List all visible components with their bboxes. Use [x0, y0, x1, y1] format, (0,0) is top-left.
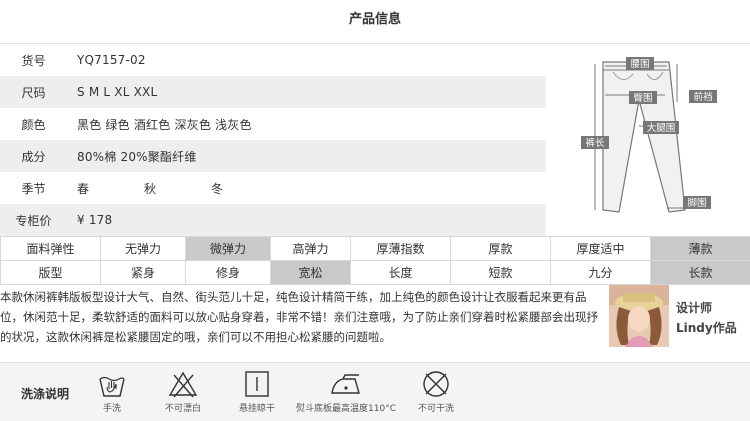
info-row-material: 成分 80%棉 20%聚酯纤维 — [0, 140, 546, 172]
season-values: 春秋冬 — [67, 180, 278, 197]
designer-title: 设计师 — [676, 301, 713, 315]
elasticity-option-none: 无弹力 — [100, 236, 186, 261]
hand-wash-label: 手洗 — [102, 404, 121, 414]
thickness-option-thick: 厚款 — [450, 236, 551, 261]
attribute-row-1: 面料弹性 无弹力 微弹力 高弹力 厚薄指数 厚款 厚度适中 薄款 — [0, 236, 750, 261]
fit-label: 版型 — [0, 260, 101, 285]
waist-label: 腰围 — [630, 59, 649, 70]
length-attr-label: 长度 — [350, 260, 451, 285]
care-item-iron: 熨斗底板最高温度110°C — [290, 369, 402, 414]
thickness-option-medium: 厚度适中 — [550, 236, 651, 261]
designer-name: Lindy作品 — [676, 321, 737, 335]
hip-label: 臀围 — [633, 93, 652, 104]
info-row-color: 颜色 黑色 绿色 酒红色 深灰色 浅灰色 — [0, 108, 546, 140]
season-autumn: 秋 — [144, 181, 157, 196]
thigh-label: 大腿围 — [647, 122, 676, 134]
hang-dry-label: 悬挂晾干 — [238, 404, 275, 414]
season-winter: 冬 — [211, 181, 224, 196]
pants-measurement-diagram: 腰围 臀围 前裆 大腿围 裤长 脚围 — [581, 57, 717, 213]
info-row-sku: 货号 YQ7157-02 — [0, 44, 546, 76]
iron-label: 熨斗底板最高温度110°C — [296, 404, 396, 414]
material-value: 80%棉 20%聚酯纤维 — [77, 149, 197, 164]
price-value: ¥ 178 — [77, 213, 113, 227]
care-item-no-bleach: 不可漂白 — [158, 369, 208, 414]
color-value: 黑色 绿色 酒红色 深灰色 浅灰色 — [77, 117, 252, 132]
info-row-size: 尺码 S M L XL XXL — [0, 76, 546, 108]
size-value: S M L XL XXL — [77, 85, 158, 99]
no-dry-clean-icon — [423, 371, 449, 397]
fit-option-loose: 宽松 — [270, 260, 351, 285]
hang-dry-icon — [245, 371, 269, 397]
designer-credit: 设计师 Lindy作品 — [676, 298, 737, 338]
product-description: 本款休闲裤韩版板型设计大气、自然、街头范儿十足，纯色设计精简干练，加上纯色的颜色… — [0, 290, 598, 344]
no-bleach-icon — [168, 371, 198, 398]
price-label: 专柜价 — [15, 213, 52, 228]
info-row-season: 季节 春 秋 冬 — [0, 172, 546, 204]
hand-wash-icon — [99, 376, 125, 397]
length-option-long: 长款 — [650, 260, 750, 285]
elasticity-option-high: 高弹力 — [270, 236, 351, 261]
season-label: 季节 — [21, 181, 46, 196]
care-instructions-bar: 洗涤说明 手洗 不可漂白 悬挂晾干 熨斗底板最高温度110°C 不可干洗 — [0, 362, 750, 421]
thickness-option-thin: 薄款 — [650, 236, 750, 261]
care-title: 洗涤说明 — [21, 387, 70, 401]
info-row-price: 专柜价 ¥ 178 — [0, 204, 546, 236]
care-item-hand-wash: 手洗 — [90, 369, 134, 414]
care-item-no-dry-clean: 不可干洗 — [412, 369, 460, 414]
length-option-short: 短款 — [450, 260, 551, 285]
elasticity-option-slight: 微弹力 — [185, 236, 271, 261]
no-bleach-label: 不可漂白 — [164, 404, 201, 414]
fit-option-tight: 紧身 — [100, 260, 186, 285]
iron-icon — [331, 374, 360, 394]
care-item-hang-dry: 悬挂晾干 — [234, 369, 280, 414]
size-label: 尺码 — [21, 85, 46, 100]
season-spring: 春 — [77, 181, 90, 196]
length-label: 裤长 — [585, 137, 605, 149]
rise-label: 前裆 — [693, 91, 712, 103]
no-dry-clean-label: 不可干洗 — [417, 404, 454, 414]
thickness-label: 厚薄指数 — [350, 236, 451, 261]
attribute-row-2: 版型 紧身 修身 宽松 长度 短款 九分 长款 — [0, 260, 750, 285]
designer-avatar — [609, 285, 669, 347]
color-label: 颜色 — [21, 117, 46, 132]
page-title: 产品信息 — [348, 12, 401, 27]
sku-value: YQ7157-02 — [77, 53, 146, 67]
elasticity-label: 面料弹性 — [0, 236, 101, 261]
material-label: 成分 — [21, 149, 46, 164]
attribute-table: 面料弹性 无弹力 微弹力 高弹力 厚薄指数 厚款 厚度适中 薄款 版型 紧身 修… — [0, 236, 750, 285]
fit-option-slim: 修身 — [185, 260, 271, 285]
hem-label: 脚围 — [687, 198, 706, 209]
length-option-ninth: 九分 — [550, 260, 651, 285]
sku-label: 货号 — [21, 53, 46, 68]
